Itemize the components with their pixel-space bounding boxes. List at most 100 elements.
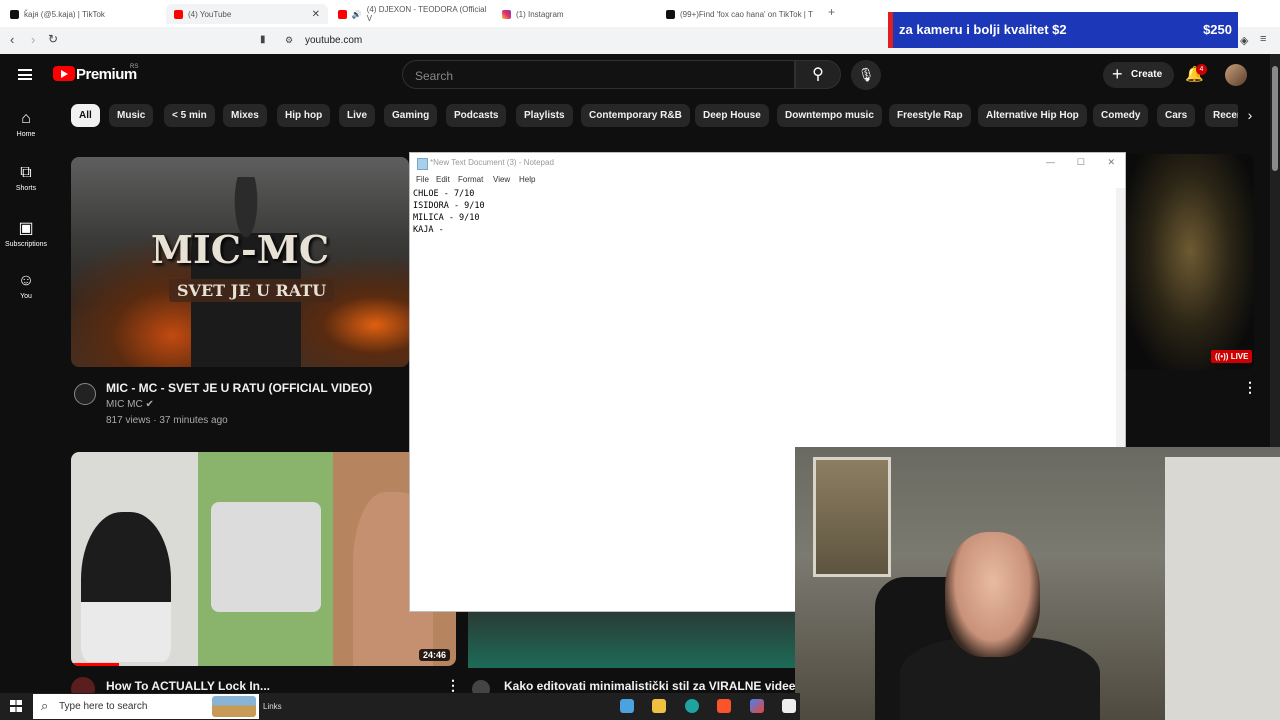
reload-icon[interactable]: ↻ [48, 32, 58, 46]
text-line: KAJA - [413, 225, 444, 235]
chip-live[interactable]: Live [339, 104, 376, 127]
maximize-icon[interactable]: ☐ [1077, 157, 1085, 168]
chip-all[interactable]: All [71, 104, 100, 127]
notification-count-badge: 4 [1196, 64, 1207, 75]
channel-name[interactable]: MIC MC ✔ [106, 399, 154, 410]
new-tab-button[interactable]: + [828, 5, 835, 19]
windows-start-icon[interactable] [10, 700, 22, 712]
video-thumbnail-live[interactable] [1126, 154, 1254, 370]
browser-tab-youtube[interactable]: (4) YouTube ✕ [166, 4, 328, 24]
notepad-text-area[interactable]: CHLOE - 7/10 ISIDORA - 9/10 MILICA - 9/10 K… [413, 188, 485, 236]
search-placeholder: Search [415, 69, 454, 83]
premium-logo-text[interactable]: Premium [76, 66, 137, 83]
close-icon[interactable]: ✕ [1107, 157, 1115, 168]
instagram-icon [502, 9, 511, 19]
microphone-icon: 🎙 [857, 67, 875, 82]
scrollbar-thumb[interactable] [1272, 66, 1278, 171]
verified-icon: ✔ [145, 399, 154, 410]
live-label: LIVE [1230, 352, 1249, 361]
sidebar-item-label: Subscriptions [4, 241, 48, 248]
youtube-logo-icon[interactable] [53, 66, 75, 81]
sidebar-item-label: Shorts [15, 185, 37, 192]
capcut-icon[interactable] [782, 699, 796, 713]
chip-downtempo-music[interactable]: Downtempo music [777, 104, 882, 127]
search-button[interactable]: ⚲ [795, 60, 841, 89]
back-icon[interactable]: ‹ [10, 32, 14, 47]
chip-playlists[interactable]: Playlists [516, 104, 573, 127]
chip-gaming[interactable]: Gaming [384, 104, 438, 127]
menu-format[interactable]: Format [458, 175, 483, 184]
video-duration: 24:46 [418, 649, 450, 661]
youtube-header: Premium RS Search ⚲ 🎙 Create 🔔 4 [0, 54, 1270, 96]
browser-tab-tiktok-kaja[interactable]: ǩajя (@5.kaja) | TikTok [2, 4, 162, 24]
chip-freestyle-rap[interactable]: Freestyle Rap [889, 104, 971, 127]
windows-taskbar: Type here to search Links [0, 693, 800, 720]
chip-mixes[interactable]: Mixes [223, 104, 267, 127]
shorts-icon: ⧉ [20, 164, 32, 181]
text-line: CHLOE - 7/10 [413, 189, 475, 199]
text-line: ISIDORA - 9/10 [413, 201, 485, 211]
edge-icon[interactable] [685, 699, 699, 713]
close-icon[interactable]: ✕ [312, 9, 320, 20]
video-thumbnail-lock-in[interactable]: 24:46 [71, 452, 456, 666]
chip-hip-hop[interactable]: Hip hop [277, 104, 331, 127]
bookmark-icon[interactable]: ▮ [260, 34, 266, 45]
app-icon-1[interactable] [620, 699, 634, 713]
create-button[interactable]: Create [1103, 61, 1174, 88]
search-highlight-image[interactable] [212, 696, 256, 717]
links-toolbar[interactable]: Links [263, 702, 282, 711]
url-field[interactable]: youtube.com [305, 35, 362, 46]
brave-icon[interactable] [717, 699, 731, 713]
account-avatar[interactable] [1225, 64, 1247, 86]
thumbnail-figure [191, 177, 301, 367]
sidebar-item-subscriptions[interactable]: ▣ Subscriptions [0, 218, 52, 248]
tab-label: (4) DJEXON - TEODORA (Official V [366, 5, 487, 23]
video-title[interactable]: MIC - MC - SVET JE U RATU (OFFICIAL VIDE… [106, 381, 372, 395]
chip-under-5-min[interactable]: < 5 min [164, 104, 215, 127]
more-options-icon[interactable]: ⋮ [1243, 379, 1257, 396]
chip-recent[interactable]: Recen [1205, 104, 1241, 127]
channel-avatar[interactable] [74, 383, 96, 405]
subscriptions-icon: ▣ [18, 220, 34, 237]
browser-tab-djexon[interactable]: 🔊 (4) DJEXON - TEODORA (Official V [330, 4, 490, 24]
region-code: RS [130, 64, 139, 70]
sidebar-item-you[interactable]: ☺ You [0, 272, 52, 300]
menu-edit[interactable]: Edit [436, 175, 450, 184]
browser-tab-instagram[interactable]: (1) Instagram [494, 4, 654, 24]
chip-music[interactable]: Music [109, 104, 154, 127]
chip-podcasts[interactable]: Podcasts [446, 104, 507, 127]
donation-message: za kameru i bolji kvalitet $2 [899, 22, 1067, 37]
video-thumbnail-mic-mc[interactable]: MIC-MC SVET JE U RATU [71, 157, 409, 367]
chip-contemporary-rnb[interactable]: Contemporary R&B [581, 104, 690, 127]
video-thumbnail-editing[interactable] [468, 612, 796, 668]
page-scrollbar[interactable] [1270, 54, 1280, 447]
room-window [813, 457, 891, 577]
shield-icon[interactable]: ◈ [1240, 34, 1248, 47]
more-options-icon[interactable]: ⋮ [446, 677, 460, 694]
file-explorer-icon[interactable] [652, 699, 666, 713]
sidebar-item-shorts[interactable]: ⧉ Shorts [0, 164, 52, 192]
site-info-icon[interactable]: ⚙ [285, 35, 293, 46]
browser-tab-tiktok-search[interactable]: (99+)Find 'fox cao hana' on TikTok | T [658, 4, 820, 24]
voice-search-button[interactable]: 🎙 [851, 60, 881, 90]
sidebar-item-home[interactable]: ⌂ Home [0, 110, 52, 138]
forward-icon[interactable]: › [31, 32, 35, 47]
tab-label: (99+)Find 'fox cao hana' on TikTok | T [680, 9, 813, 19]
video-title[interactable]: How To ACTUALLY Lock In... [106, 679, 270, 693]
menu-icon[interactable]: ≡ [1260, 33, 1266, 45]
hamburger-menu-icon[interactable] [18, 69, 32, 80]
chip-deep-house[interactable]: Deep House [695, 104, 769, 127]
minimize-icon[interactable]: — [1046, 157, 1055, 167]
chip-comedy[interactable]: Comedy [1093, 104, 1149, 127]
you-icon: ☺ [17, 272, 35, 289]
copilot-icon[interactable] [750, 699, 764, 713]
menu-file[interactable]: File [416, 175, 429, 184]
menu-help[interactable]: Help [519, 175, 535, 184]
menu-view[interactable]: View [493, 175, 510, 184]
search-input[interactable]: Search [402, 60, 795, 89]
webcam-overlay [795, 447, 1280, 720]
chip-alternative-hip-hop[interactable]: Alternative Hip Hop [978, 104, 1087, 127]
video-title[interactable]: Kako editovati minimalistički stil za VI… [504, 679, 823, 693]
chip-cars[interactable]: Cars [1157, 104, 1196, 127]
chevron-right-icon[interactable]: › [1238, 104, 1262, 127]
